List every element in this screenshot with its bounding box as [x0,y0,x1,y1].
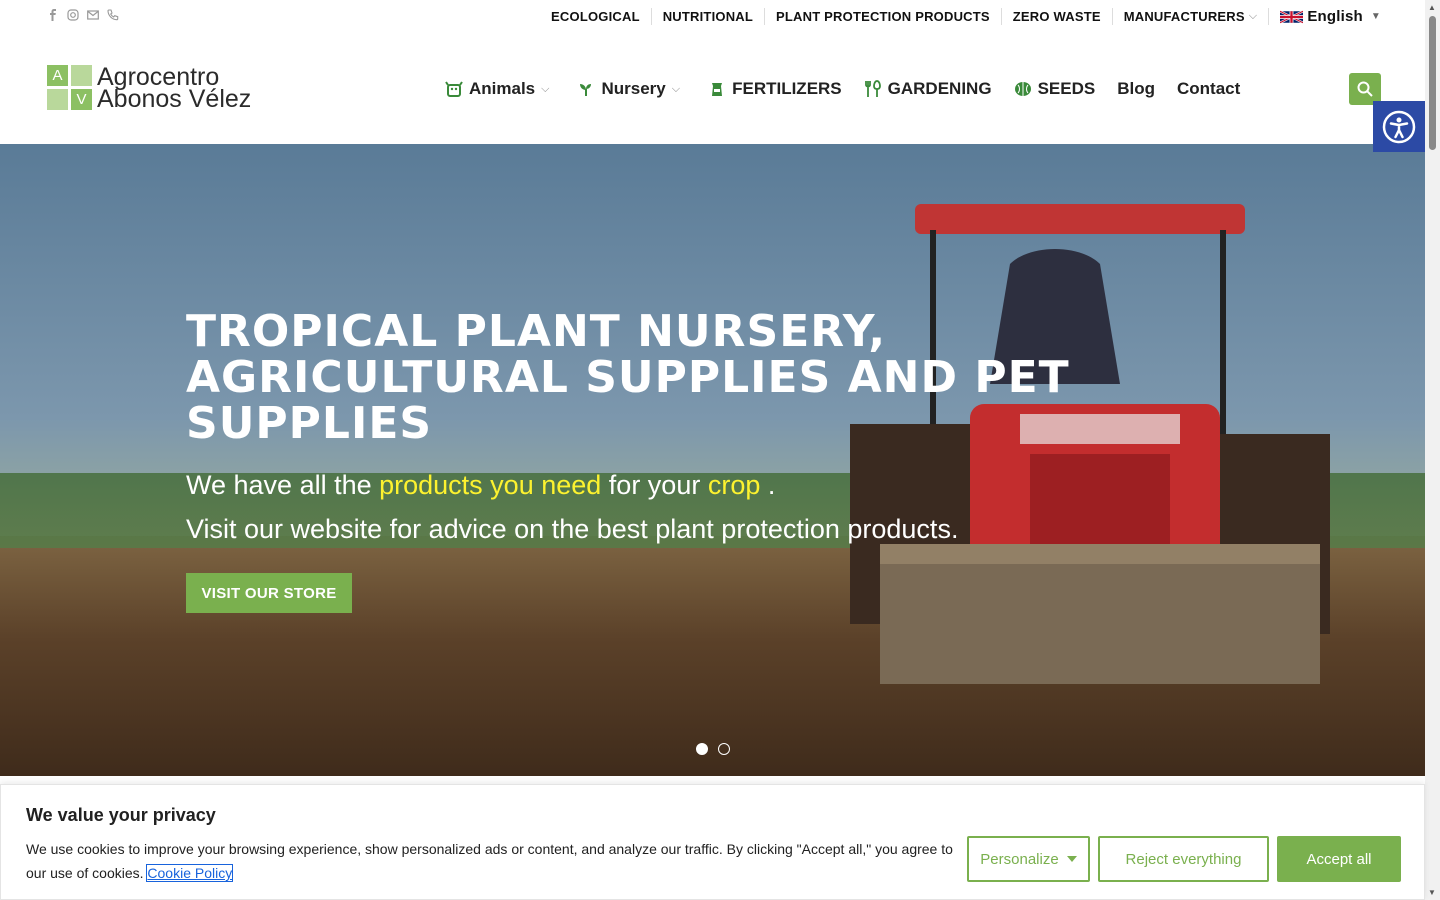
accessibility-icon [1382,110,1416,143]
top-nav: ECOLOGICAL NUTRITIONAL PLANT PROTECTION … [540,8,1381,25]
reject-all-button[interactable]: Reject everything [1098,836,1269,882]
scroll-up-arrow-icon[interactable]: ▲ [1428,3,1436,12]
slider-dots [696,743,730,755]
cookie-policy-link[interactable]: Cookie Policy [146,864,234,882]
topnav-nutritional[interactable]: NUTRITIONAL [652,8,766,25]
nav-animals[interactable]: Animals ⌵ [445,79,549,99]
phone-icon[interactable] [107,8,119,22]
personalize-button[interactable]: Personalize [967,836,1090,882]
topnav-ecological[interactable]: ECOLOGICAL [540,8,652,25]
animals-icon [445,81,463,97]
hero-slider: TROPICAL PLANT NURSERY, AGRICULTURAL SUP… [0,144,1425,776]
site-header: A V Agrocentro Abonos Vélez Animals ⌵ Nu [0,34,1425,144]
chevron-down-icon: ⌵ [1248,10,1258,22]
scroll-down-arrow-icon[interactable]: ▼ [1428,888,1436,897]
hero-subtitle: We have all the products you need for yo… [186,470,959,544]
nav-fertilizers[interactable]: FERTILIZERS [708,79,842,99]
cookie-banner: We value your privacy We use cookies to … [0,784,1425,900]
sprout-icon [580,84,592,96]
slide-dot-2[interactable] [718,743,730,755]
chevron-down-icon: ⌵ [671,82,681,95]
topnav-manufacturers[interactable]: MANUFACTURERS ⌵ [1113,8,1270,25]
topnav-plant-protection[interactable]: PLANT PROTECTION PRODUCTS [765,8,1002,25]
main-nav: Animals ⌵ Nursery ⌵ FERTILIZERS GARDENIN… [445,79,1240,99]
nav-gardening[interactable]: GARDENING [864,79,992,99]
instagram-icon[interactable] [67,8,79,22]
site-logo[interactable]: A V Agrocentro Abonos Vélez [47,62,252,113]
page-scrollbar[interactable]: ▲ ▼ [1425,0,1440,900]
logo-text: Agrocentro Abonos Vélez [97,62,252,113]
nav-blog[interactable]: Blog [1117,79,1155,99]
scrollbar-thumb[interactable] [1429,16,1436,150]
top-bar: ECOLOGICAL NUTRITIONAL PLANT PROTECTION … [0,0,1425,34]
slide-dot-1[interactable] [696,743,708,755]
hero-content: TROPICAL PLANT NURSERY, AGRICULTURAL SUP… [186,309,1136,551]
cookie-title: We value your privacy [26,805,216,825]
topnav-zero-waste[interactable]: ZERO WASTE [1002,8,1113,25]
facebook-icon[interactable] [47,8,59,22]
visit-store-button[interactable]: VISIT OUR STORE [186,573,352,613]
mail-icon[interactable] [87,8,99,22]
caret-down-icon [1066,856,1077,862]
chevron-down-icon: ⌵ [541,82,550,95]
nav-nursery[interactable]: Nursery ⌵ [577,79,680,99]
accessibility-button[interactable] [1373,101,1425,152]
language-label: English [1307,8,1363,25]
caret-down-icon: ▼ [1370,11,1381,22]
language-selector[interactable]: English ▼ [1269,8,1381,25]
uk-flag-icon [1280,9,1304,24]
nav-contact[interactable]: Contact [1177,79,1240,99]
hero-title: TROPICAL PLANT NURSERY, AGRICULTURAL SUP… [186,306,1070,449]
cookie-text: We use cookies to improve your browsing … [26,841,953,882]
fertilizer-bag-icon [712,83,723,96]
accept-all-button[interactable]: Accept all [1277,836,1401,882]
logo-mark: A V [47,65,92,110]
seed-icon [1014,82,1031,96]
social-links [47,8,119,22]
nav-seeds[interactable]: SEEDS [1014,79,1095,99]
search-icon [1357,81,1373,97]
garden-tools-icon [864,80,881,97]
